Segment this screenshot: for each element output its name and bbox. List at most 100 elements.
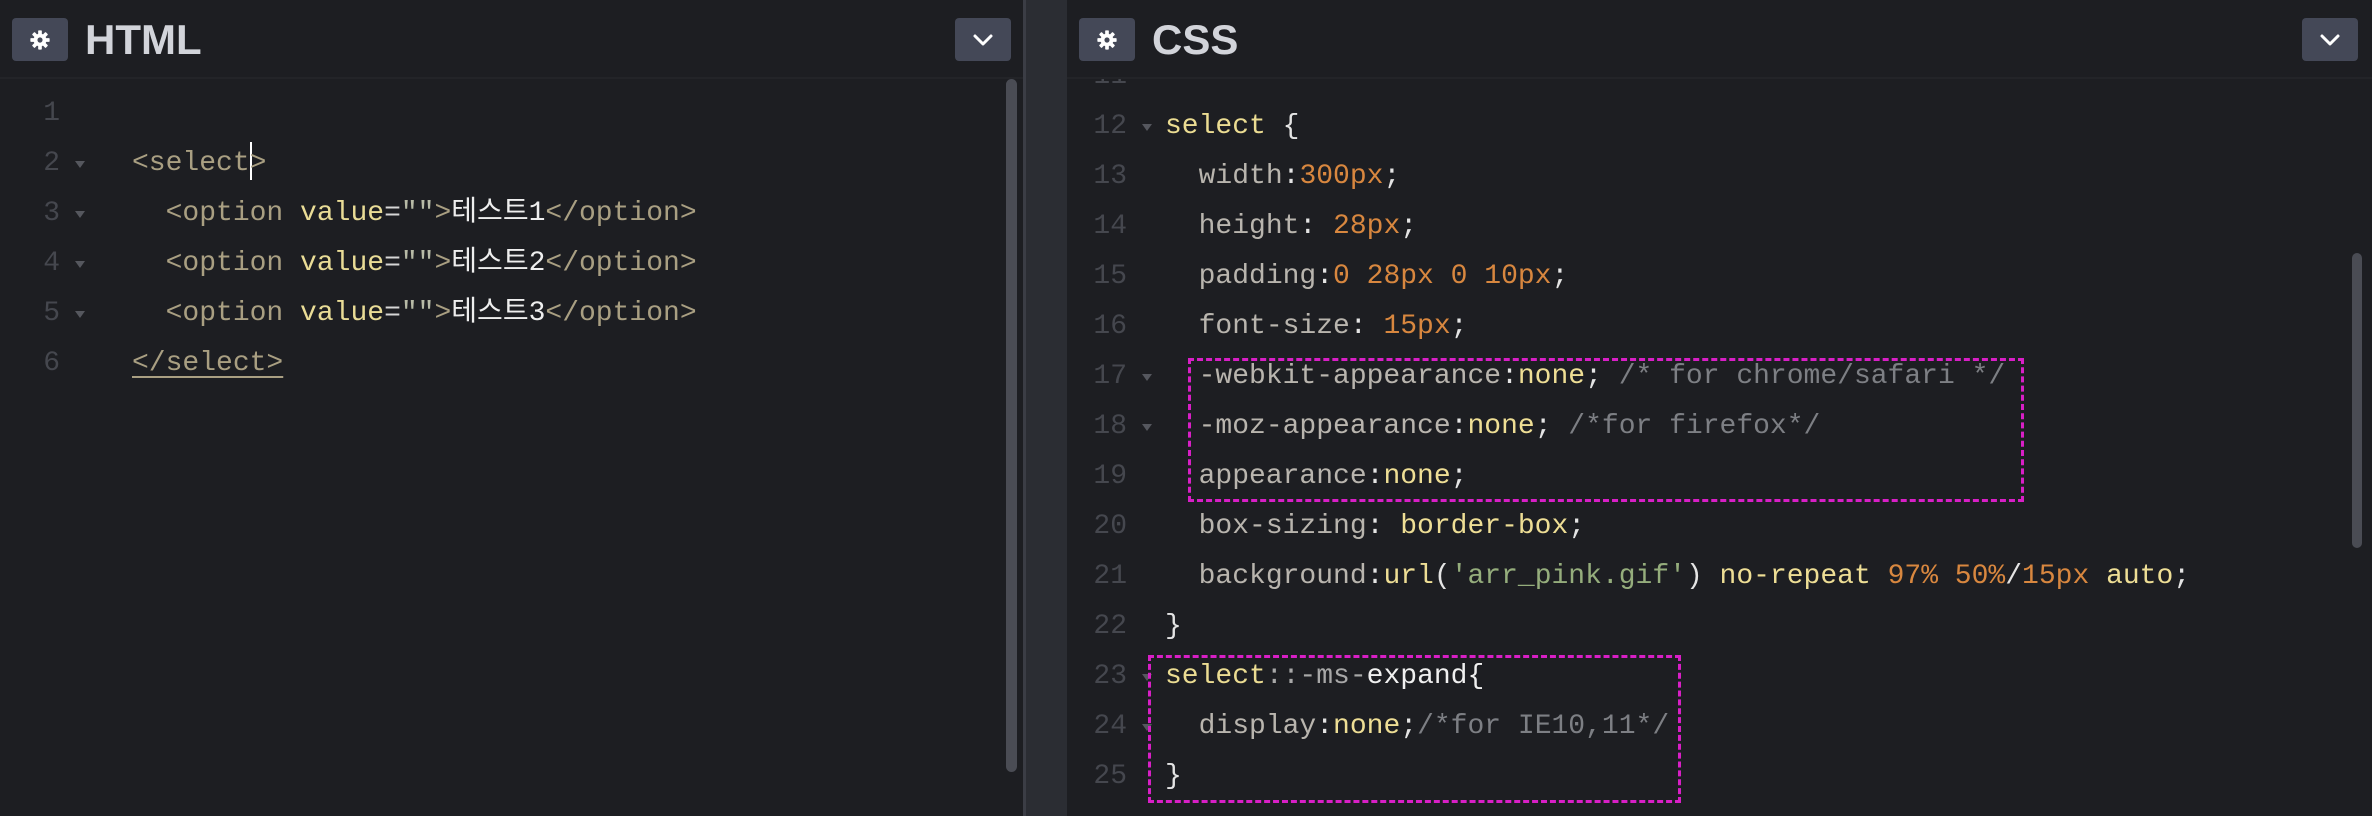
- code-line[interactable]: 1: [0, 89, 1023, 139]
- fold-arrow-icon[interactable]: [75, 311, 85, 318]
- css-code-editor[interactable]: 1112select {13 width:300px;14 height: 28…: [1067, 79, 2372, 816]
- code-text[interactable]: font-size: 15px;: [1165, 302, 1468, 352]
- code-token: -webkit-appearance: [1165, 361, 1502, 392]
- fold-arrow-icon[interactable]: [1142, 374, 1152, 381]
- code-line[interactable]: 25}: [1067, 752, 2372, 802]
- code-text[interactable]: -moz-appearance:none; /*for firefox*/: [1165, 402, 1821, 452]
- code-token: width: [1165, 161, 1283, 192]
- code-line[interactable]: 20 box-sizing: border-box;: [1067, 502, 2372, 552]
- code-line[interactable]: 13 width:300px;: [1067, 152, 2372, 202]
- code-text[interactable]: <option value="">테스트2</option>: [132, 239, 697, 289]
- code-text[interactable]: box-sizing: border-box;: [1165, 502, 1586, 552]
- code-text[interactable]: appearance:none;: [1165, 452, 1468, 502]
- code-text[interactable]: </select>: [132, 339, 283, 389]
- code-token: >: [434, 198, 452, 229]
- code-text[interactable]: select::-ms-expand{: [1165, 652, 1484, 702]
- code-token: none: [1333, 711, 1401, 742]
- html-editor-pane: HTML 1 2 <select> 3 <option value="">테스트1</…: [0, 0, 1023, 816]
- code-token: }: [1165, 611, 1182, 642]
- code-line[interactable]: 2 <select>: [0, 139, 1023, 189]
- code-token: </select>: [132, 348, 284, 379]
- code-token: none: [1517, 361, 1586, 392]
- code-text[interactable]: display:none;/*for IE10,11*/: [1165, 702, 1670, 752]
- code-token: :: [1316, 711, 1334, 742]
- html-code-editor[interactable]: 1 2 <select> 3 <option value="">테스트1</optio…: [0, 79, 1023, 816]
- code-token: >: [434, 248, 452, 279]
- code-line[interactable]: 11: [1067, 79, 2372, 102]
- code-text[interactable]: }: [1165, 752, 1182, 802]
- code-line[interactable]: 17 -webkit-appearance:none; /* for chrom…: [1067, 352, 2372, 402]
- code-line[interactable]: 24 display:none;/*for IE10,11*/: [1067, 702, 2372, 752]
- line-number: 22: [1093, 611, 1127, 642]
- code-line[interactable]: 5 <option value="">테스트3</option>: [0, 289, 1023, 339]
- fold-arrow-icon[interactable]: [75, 161, 85, 168]
- code-token: ::-ms-: [1265, 661, 1367, 692]
- line-number: 14: [1093, 211, 1127, 242]
- css-settings-button[interactable]: [1079, 18, 1135, 61]
- code-token: 'arr_pink.gif': [1450, 561, 1686, 592]
- code-line[interactable]: 22}: [1067, 602, 2372, 652]
- line-number: 19: [1093, 461, 1127, 492]
- code-text[interactable]: }: [1165, 602, 1182, 652]
- code-token: </option>: [545, 198, 697, 229]
- line-number: 1: [43, 98, 60, 129]
- code-token: </option>: [545, 298, 697, 329]
- code-text[interactable]: width:300px;: [1165, 152, 1401, 202]
- fold-arrow-icon[interactable]: [75, 261, 85, 268]
- html-settings-button[interactable]: [12, 18, 68, 61]
- pane-resize-divider[interactable]: [1023, 0, 1067, 816]
- code-line[interactable]: 15 padding:0 28px 0 10px;: [1067, 252, 2372, 302]
- css-pane-header: CSS: [1067, 0, 2372, 79]
- code-token: select: [1165, 661, 1266, 692]
- fold-arrow-icon[interactable]: [75, 211, 85, 218]
- code-token: ;: [1383, 161, 1401, 192]
- code-text[interactable]: <option value="">테스트1</option>: [132, 189, 697, 239]
- fold-arrow-icon[interactable]: [1142, 424, 1152, 431]
- code-text[interactable]: padding:0 28px 0 10px;: [1165, 252, 1569, 302]
- code-line[interactable]: 19 appearance:none;: [1067, 452, 2372, 502]
- gear-icon: [29, 29, 51, 51]
- code-token: ;: [1400, 211, 1418, 242]
- code-line[interactable]: 6 </select>: [0, 339, 1023, 389]
- code-token: :: [1501, 361, 1518, 392]
- fold-arrow-icon[interactable]: [1142, 124, 1152, 131]
- code-token: ): [1685, 561, 1720, 592]
- code-text[interactable]: background:url('arr_pink.gif') no-repeat…: [1165, 552, 2191, 602]
- code-token: /* for chrome/safari */: [1601, 361, 2006, 392]
- code-token: box-sizing: [1165, 511, 1367, 542]
- code-text[interactable]: select {: [1165, 102, 1299, 152]
- code-text[interactable]: height: 28px;: [1165, 202, 1417, 252]
- vertical-scrollbar[interactable]: [2352, 253, 2362, 548]
- code-line[interactable]: 12 select {: [1067, 102, 2372, 152]
- vertical-scrollbar[interactable]: [1006, 79, 1017, 772]
- chevron-down-icon: [2319, 33, 2341, 47]
- code-line[interactable]: 21 background:url('arr_pink.gif') no-rep…: [1067, 552, 2372, 602]
- fold-arrow-icon[interactable]: [1142, 724, 1152, 731]
- code-line[interactable]: 3 <option value="">테스트1</option>: [0, 189, 1023, 239]
- code-token: border-box: [1400, 511, 1569, 542]
- code-token: value: [300, 298, 385, 329]
- fold-arrow-icon[interactable]: [1142, 674, 1152, 681]
- code-lines: 1 2 <select> 3 <option value="">테스트1</optio…: [0, 89, 1023, 389]
- code-token: >: [249, 148, 267, 179]
- code-text[interactable]: -webkit-appearance:none; /* for chrome/s…: [1165, 352, 2006, 402]
- code-token: ;: [1568, 511, 1586, 542]
- gear-icon: [1096, 29, 1118, 51]
- line-number: 6: [43, 348, 60, 379]
- code-line[interactable]: 16 font-size: 15px;: [1067, 302, 2372, 352]
- code-line[interactable]: 18 -moz-appearance:none; /*for firefox*/: [1067, 402, 2372, 452]
- code-text[interactable]: <select>: [132, 139, 266, 189]
- line-number: 12: [1093, 111, 1127, 142]
- html-collapse-button[interactable]: [955, 18, 1011, 61]
- code-token: <select: [132, 148, 250, 179]
- code-line[interactable]: 4 <option value="">테스트2</option>: [0, 239, 1023, 289]
- code-line[interactable]: 14 height: 28px;: [1067, 202, 2372, 252]
- code-token: appearance: [1165, 461, 1367, 492]
- css-collapse-button[interactable]: [2302, 18, 2358, 61]
- code-line[interactable]: 23 select::-ms-expand{: [1067, 652, 2372, 702]
- code-token: :: [1349, 311, 1384, 342]
- pane-title: HTML: [85, 16, 202, 63]
- code-text[interactable]: <option value="">테스트3</option>: [132, 289, 697, 339]
- code-token: </option>: [545, 248, 697, 279]
